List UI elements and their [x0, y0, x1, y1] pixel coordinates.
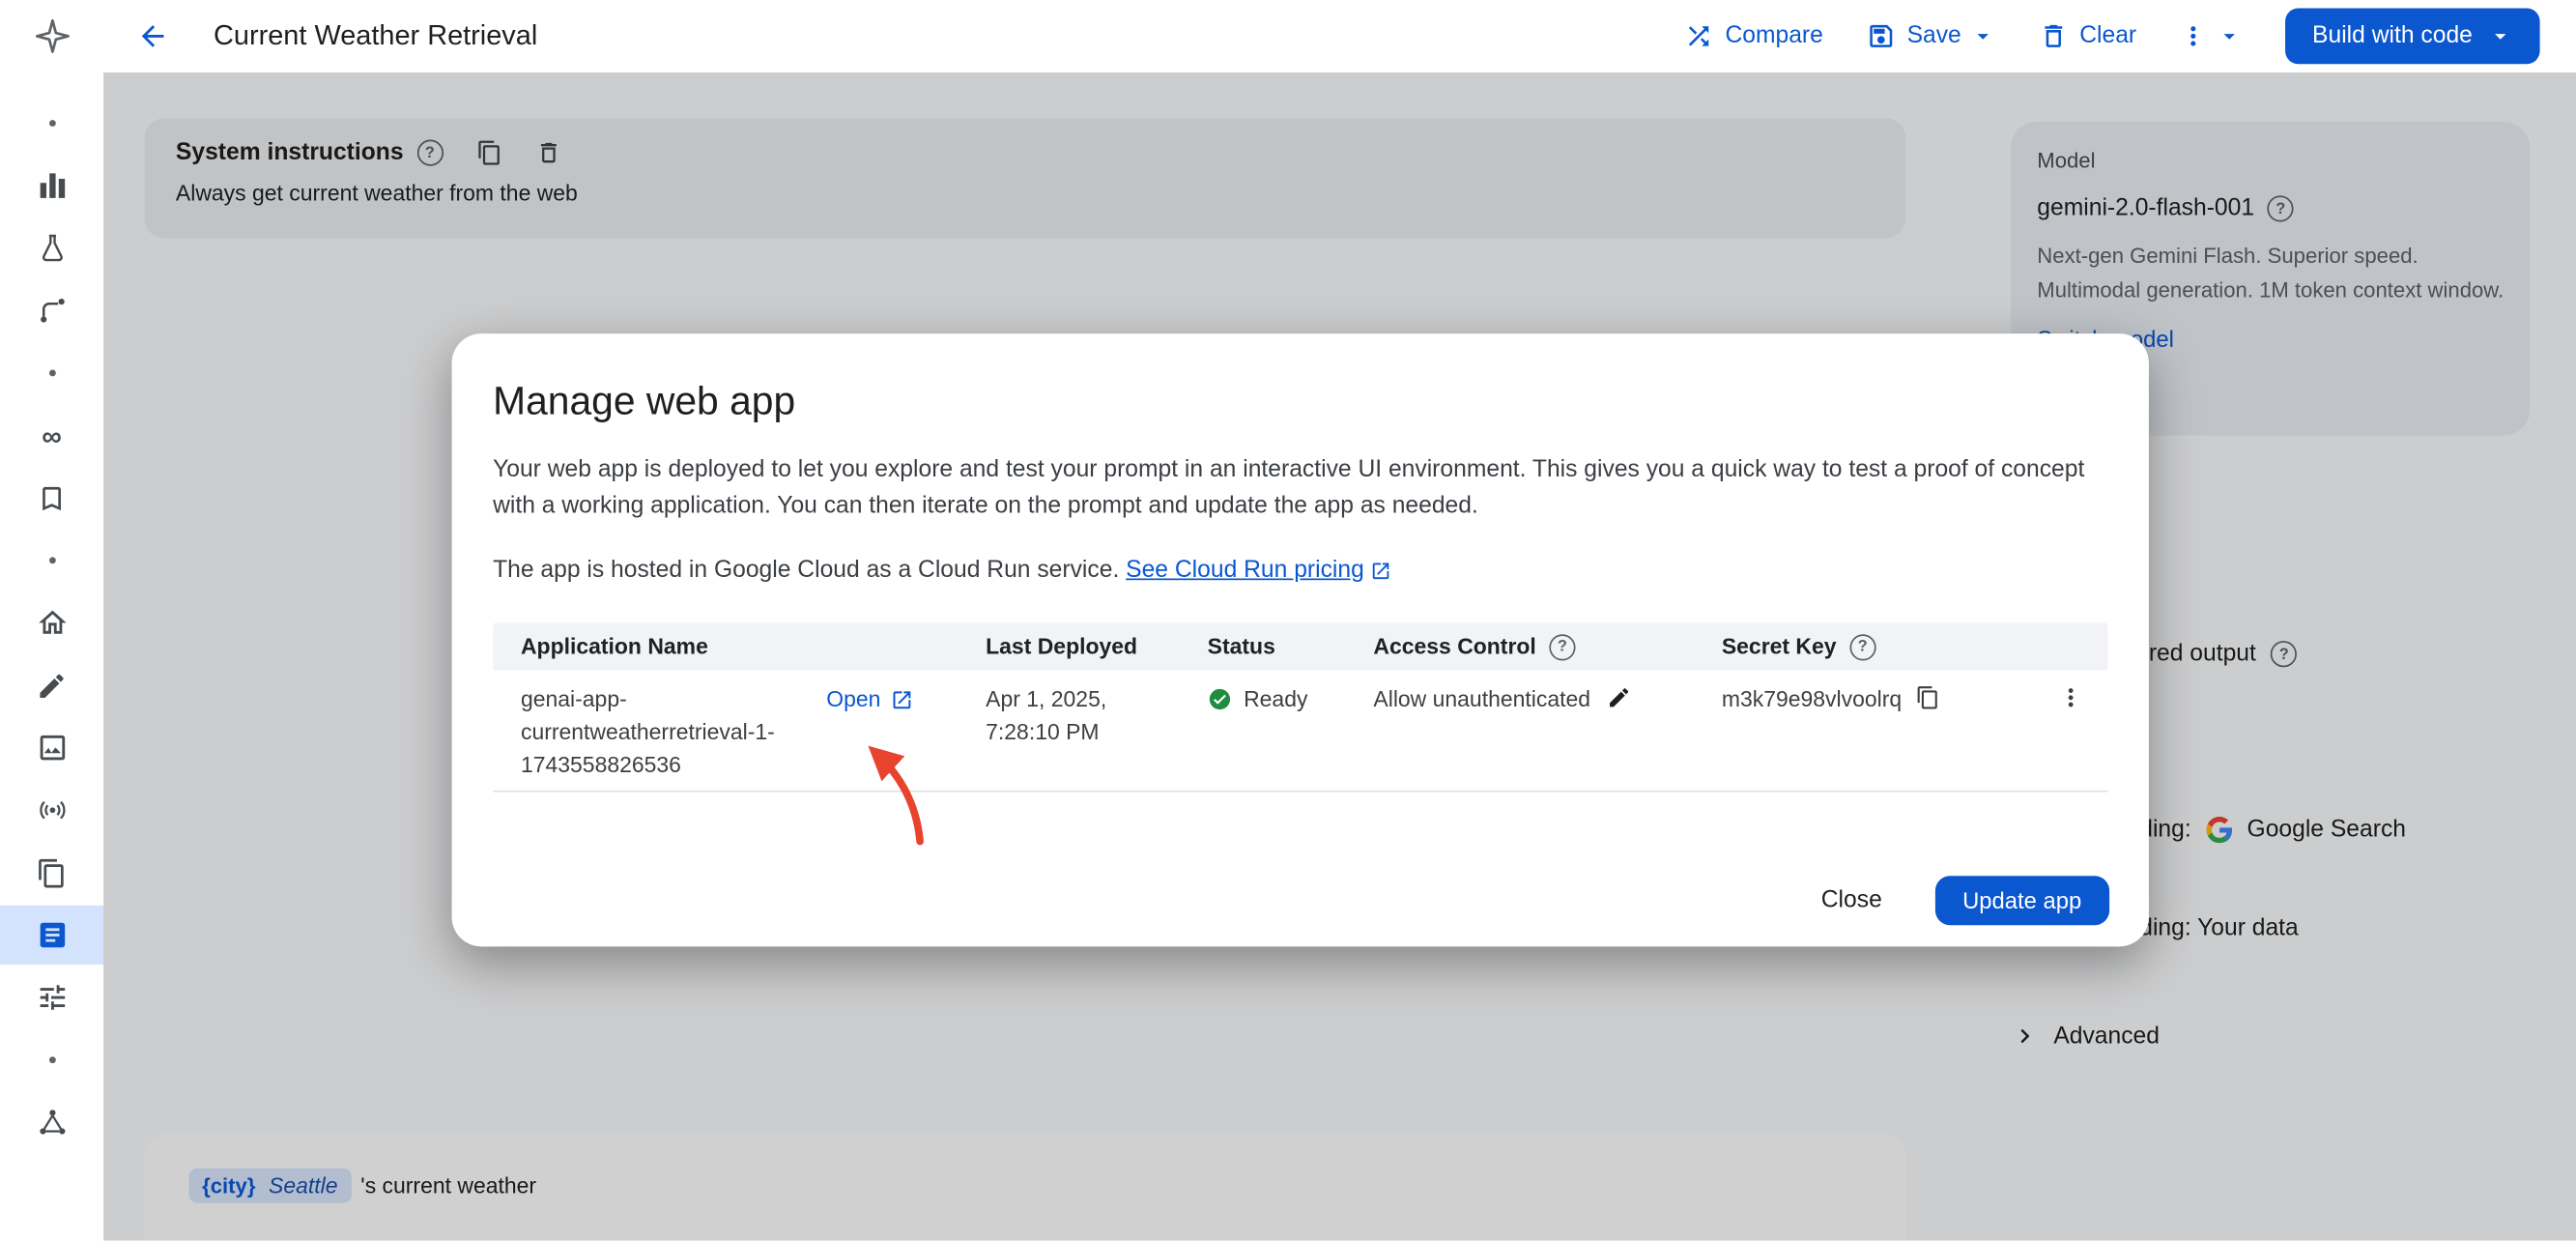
- open-in-new-icon: [891, 688, 914, 711]
- open-app-link[interactable]: Open: [826, 683, 913, 716]
- last-deployed-cell: Apr 1, 2025, 7:28:10 PM: [986, 683, 1208, 749]
- application-name-cell: genai-app-currentweatherretrieval-1-1743…: [493, 683, 986, 782]
- nav-library-icon-selected[interactable]: [0, 906, 103, 965]
- row-kebab-menu-icon[interactable]: [2057, 683, 2085, 711]
- nav-infinity-icon[interactable]: ∞: [0, 404, 103, 467]
- nav-image-icon[interactable]: [0, 716, 103, 779]
- col-application-name: Application Name: [493, 634, 986, 659]
- arrow-back-icon: [136, 19, 169, 52]
- nav-experiment-icon[interactable]: [0, 216, 103, 279]
- rail-separator-dot: [0, 529, 103, 592]
- hosting-text: The app is hosted in Google Cloud as a C…: [493, 557, 1119, 583]
- hosting-line: The app is hosted in Google Cloud as a C…: [493, 557, 2107, 583]
- deployed-apps-table: Application Name Last Deployed Status Ac…: [493, 622, 2107, 792]
- col-secret-key: Secret Key?: [1722, 633, 2037, 659]
- deployed-date: Apr 1, 2025,: [986, 683, 1208, 716]
- secret-key-value: m3k79e98vlvoolrq: [1722, 683, 1902, 716]
- dialog-title: Manage web app: [493, 380, 2107, 426]
- secret-key-help-icon[interactable]: ?: [1849, 633, 1875, 659]
- dialog-footer: Close Update app: [1821, 876, 2109, 925]
- secret-key-cell: m3k79e98vlvoolrq: [1722, 683, 2037, 716]
- cloud-run-pricing-link[interactable]: See Cloud Run pricing: [1126, 557, 1364, 583]
- status-cell: Ready: [1208, 683, 1374, 716]
- trash-icon: [2039, 21, 2069, 51]
- clear-button[interactable]: Clear: [2039, 21, 2136, 51]
- rail-separator-dot: [0, 92, 103, 155]
- save-icon: [1866, 21, 1896, 51]
- close-button[interactable]: Close: [1821, 887, 1882, 913]
- overflow-caret-icon[interactable]: [2217, 23, 2243, 49]
- build-with-code-button[interactable]: Build with code: [2286, 9, 2540, 65]
- nav-route-icon[interactable]: [0, 279, 103, 342]
- app-root: Current Weather Retrieval Compare Save C…: [0, 0, 2576, 1241]
- col-access-control: Access Control?: [1373, 633, 1721, 659]
- manage-web-app-dialog: Manage web app Your web app is deployed …: [452, 333, 2149, 946]
- save-dropdown-caret-icon[interactable]: [1969, 23, 1995, 49]
- left-nav-rail: ∞: [0, 72, 103, 1241]
- top-app-bar: Current Weather Retrieval Compare Save C…: [0, 0, 2576, 72]
- clear-label: Clear: [2079, 23, 2136, 49]
- compare-button[interactable]: Compare: [1684, 21, 1823, 51]
- kebab-menu-icon[interactable]: [2179, 21, 2209, 51]
- overflow-menu-group: [2179, 21, 2243, 51]
- compare-label: Compare: [1725, 23, 1822, 49]
- row-actions-cell: [2037, 683, 2107, 711]
- edit-access-icon[interactable]: [1607, 685, 1632, 710]
- save-button[interactable]: Save: [1866, 21, 1961, 51]
- access-control-cell: Allow unauthenticated: [1373, 683, 1721, 716]
- nav-hub-icon[interactable]: [0, 1091, 103, 1154]
- table-row: genai-app-currentweatherretrieval-1-1743…: [493, 671, 2107, 793]
- rail-separator-dot: [0, 342, 103, 405]
- rail-separator-dot: [0, 1028, 103, 1091]
- deployed-time: 7:28:10 PM: [986, 716, 1208, 749]
- application-name: genai-app-currentweatherretrieval-1-1743…: [521, 683, 803, 782]
- update-app-button[interactable]: Update app: [1934, 876, 2109, 925]
- topbar-actions: Compare Save Clear Build with code: [1684, 9, 2576, 65]
- external-link-icon: [1371, 560, 1392, 581]
- nav-bookmark-icon[interactable]: [0, 467, 103, 530]
- open-label: Open: [826, 683, 880, 716]
- build-with-code-label: Build with code: [2312, 23, 2473, 49]
- save-label: Save: [1907, 23, 1961, 49]
- col-status: Status: [1208, 634, 1374, 659]
- nav-analytics-icon[interactable]: [0, 155, 103, 217]
- table-header-row: Application Name Last Deployed Status Ac…: [493, 622, 2107, 670]
- dialog-description: Your web app is deployed to let you expl…: [493, 453, 2107, 524]
- nav-broadcast-icon[interactable]: [0, 779, 103, 842]
- nav-home-icon[interactable]: [0, 592, 103, 654]
- copy-secret-icon[interactable]: [1915, 685, 1940, 710]
- save-button-group: Save: [1866, 21, 1995, 51]
- nav-edit-icon[interactable]: [0, 654, 103, 717]
- page-title: Current Weather Retrieval: [214, 19, 537, 52]
- nav-tune-icon[interactable]: [0, 967, 103, 1029]
- status-badge: Ready: [1244, 683, 1307, 716]
- build-caret-icon: [2487, 23, 2513, 49]
- nav-copy-stack-icon[interactable]: [0, 842, 103, 905]
- access-control-value: Allow unauthenticated: [1373, 683, 1590, 716]
- status-check-icon: [1208, 687, 1233, 712]
- compare-icon: [1684, 21, 1714, 51]
- col-last-deployed: Last Deployed: [986, 634, 1208, 659]
- sparkle-icon: [36, 20, 67, 51]
- back-button[interactable]: [136, 19, 169, 52]
- access-control-help-icon[interactable]: ?: [1549, 633, 1575, 659]
- vertex-ai-logo[interactable]: [0, 16, 103, 56]
